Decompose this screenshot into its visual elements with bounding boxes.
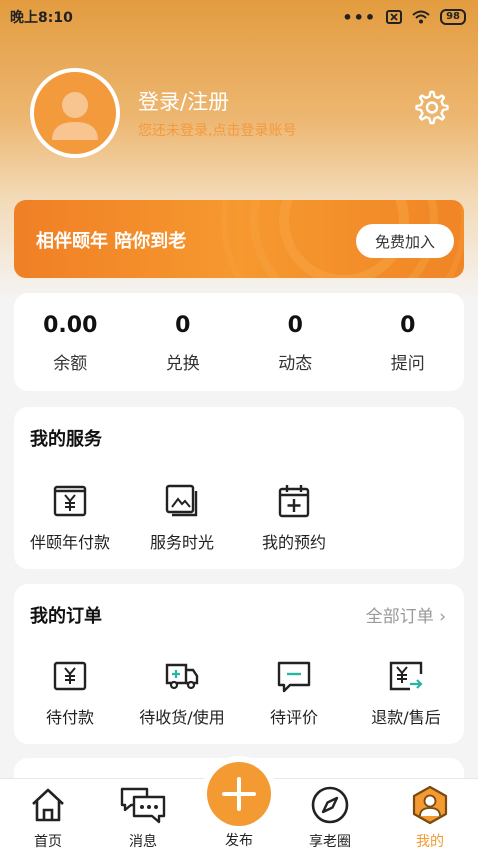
tab-label: 享老圈 xyxy=(309,834,351,850)
stat-value: 0 xyxy=(287,313,303,338)
tab-label: 消息 xyxy=(129,834,157,850)
stat-label: 余额 xyxy=(53,354,88,374)
my-orders-card: 我的订单 全部订单 › 待付款 待收货/使用 待评价 退款/售后 xyxy=(14,584,464,744)
photo-gallery-icon xyxy=(165,484,198,517)
tab-messages[interactable]: 消息 xyxy=(103,785,183,850)
membership-banner[interactable]: 相伴颐年 陪你到老 免费加入 xyxy=(14,200,464,278)
stat-value: 0 xyxy=(175,313,191,338)
stat-balance[interactable]: 0.00 余额 xyxy=(14,293,127,391)
publish-label: 发布 xyxy=(225,833,253,849)
message-icon xyxy=(120,787,166,824)
my-services-card: 我的服务 伴颐年付款 服务时光 我的预约 xyxy=(14,407,464,569)
service-payment[interactable]: 伴颐年付款 xyxy=(14,483,126,553)
default-avatar-icon xyxy=(52,92,98,140)
order-refund[interactable]: 退款/售后 xyxy=(350,658,462,728)
login-register-link[interactable]: 登录/注册 xyxy=(138,86,229,116)
order-label: 待收货/使用 xyxy=(139,708,225,727)
stat-label: 兑换 xyxy=(165,354,200,374)
tab-mine[interactable]: 我的 xyxy=(390,785,470,850)
stat-posts[interactable]: 0 动态 xyxy=(239,293,352,391)
profile-section[interactable]: 登录/注册 您还未登录,点击登录账号 xyxy=(0,68,478,160)
avatar[interactable] xyxy=(30,68,120,158)
all-orders-link[interactable]: 全部订单 › xyxy=(366,602,446,627)
stat-label: 提问 xyxy=(390,354,425,374)
delivery-truck-icon xyxy=(165,663,199,690)
stat-value: 0.00 xyxy=(43,313,98,338)
status-time: 晚上8:10 xyxy=(10,10,73,26)
gear-icon[interactable] xyxy=(414,90,450,126)
order-label: 待付款 xyxy=(45,708,94,727)
calendar-add-icon xyxy=(278,485,310,518)
stat-value: 0 xyxy=(400,313,416,338)
orders-title: 我的订单 xyxy=(30,606,102,627)
banner-slogan: 相伴颐年 陪你到老 xyxy=(36,231,187,252)
tab-label: 首页 xyxy=(34,834,62,850)
plus-icon xyxy=(222,777,256,811)
publish-button[interactable] xyxy=(207,762,271,826)
tab-elder-circle[interactable]: 享老圈 xyxy=(290,785,370,850)
order-label: 待评价 xyxy=(269,708,318,727)
refund-icon xyxy=(389,661,423,691)
join-free-button[interactable]: 免费加入 xyxy=(356,224,454,258)
order-pending-payment[interactable]: 待付款 xyxy=(14,658,126,728)
stats-card: 0.00 余额 0 兑换 0 动态 0 提问 xyxy=(14,293,464,391)
order-pending-delivery[interactable]: 待收货/使用 xyxy=(126,658,238,728)
more-dots-icon: ••• xyxy=(342,7,377,27)
sim-off-icon xyxy=(386,10,403,24)
stat-questions[interactable]: 0 提问 xyxy=(352,293,465,391)
wifi-icon xyxy=(412,10,430,24)
battery-indicator: 98 xyxy=(440,9,466,25)
login-hint[interactable]: 您还未登录,点击登录账号 xyxy=(138,120,296,140)
service-label: 我的预约 xyxy=(261,533,326,552)
compass-icon xyxy=(311,786,349,824)
yuan-wallet-icon xyxy=(53,661,87,691)
comment-icon xyxy=(277,661,311,693)
service-moments[interactable]: 服务时光 xyxy=(126,483,238,553)
user-icon xyxy=(412,785,448,825)
service-label: 服务时光 xyxy=(149,533,214,552)
status-icons: ••• 98 xyxy=(342,8,466,27)
services-title: 我的服务 xyxy=(30,429,102,450)
order-pending-review[interactable]: 待评价 xyxy=(238,658,350,728)
yuan-payment-icon xyxy=(53,485,87,517)
stat-exchange[interactable]: 0 兑换 xyxy=(127,293,240,391)
tab-label: 我的 xyxy=(416,834,444,850)
service-appointments[interactable]: 我的预约 xyxy=(238,483,350,553)
tab-home[interactable]: 首页 xyxy=(8,785,88,850)
home-icon xyxy=(32,788,64,822)
status-bar: 晚上8:10 ••• 98 xyxy=(0,0,478,34)
stat-label: 动态 xyxy=(278,354,313,374)
order-label: 退款/售后 xyxy=(371,708,441,727)
service-label: 伴颐年付款 xyxy=(29,533,110,552)
